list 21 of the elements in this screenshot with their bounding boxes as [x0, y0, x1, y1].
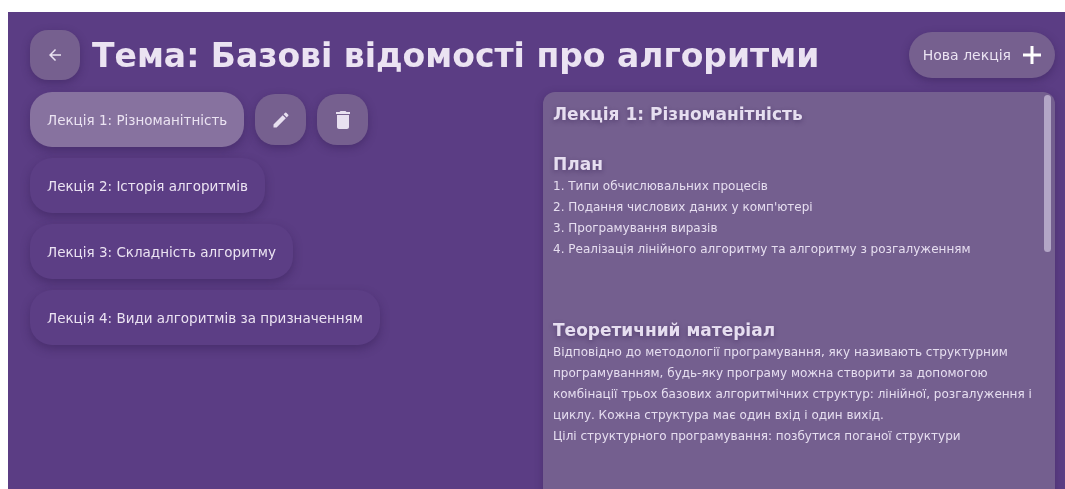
section-heading: Теоретичний матеріал: [553, 320, 777, 340]
delete-button[interactable]: [317, 94, 369, 145]
plan-item: 4. Реалізація лінійного алгоритму та алгоритму з розгалуженням: [553, 241, 972, 258]
edit-button[interactable]: [255, 94, 307, 145]
lecture-item[interactable]: Лекція 4: Види алгоритмів за призначенням: [30, 290, 380, 345]
plan-item: 3. Програмування виразів: [553, 220, 719, 237]
section-heading: План: [553, 154, 604, 174]
scrollbar[interactable]: [1044, 95, 1051, 252]
lecture-item[interactable]: Лекція 3: Складність алгоритму: [30, 224, 293, 279]
plus-icon: [1023, 46, 1041, 64]
new-lecture-button[interactable]: Нова лекція: [908, 32, 1055, 78]
plan-item: 2. Подання числових даних у комп'ютері: [553, 199, 814, 216]
page-title: Тема: Базові відомості про алгоритми: [92, 35, 821, 75]
back-button[interactable]: [30, 30, 80, 80]
paragraph: Відповідно до методології програмування, яку називають структурним програмуванням, будь-яку програму можна створити за допомогою комбінації трьох базових алгоритмічних структур: лінійної, розгалуження і циклу. Кожна структура має один вхід і один вихід.: [553, 344, 1033, 424]
lecture-item[interactable]: Лекція 2: Історія алгоритмів: [30, 158, 265, 213]
lecture-item[interactable]: Лекція 1: Різноманітність: [30, 92, 245, 147]
plan-item: 1. Типи обчислювальних процесів: [553, 178, 769, 195]
trash-icon: [335, 109, 350, 130]
lecture-title: Лекція 1: Різноманітність: [553, 104, 804, 124]
paragraph: Цілі структурного програмування: позбутися поганої структури: [553, 428, 962, 445]
